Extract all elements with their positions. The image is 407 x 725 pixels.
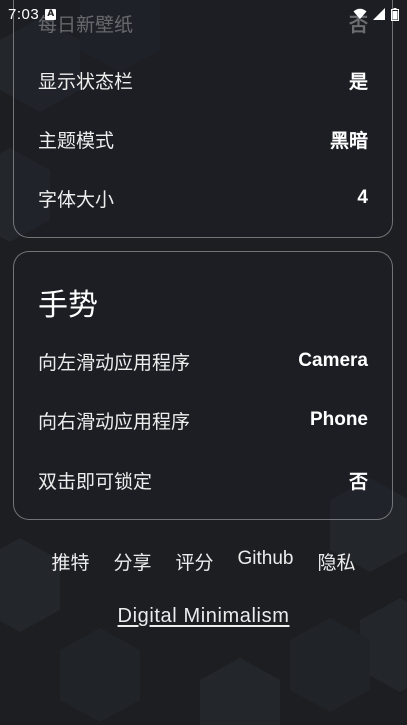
setting-value: 是 [348,70,368,93]
setting-label: 向左滑动应用程序 [38,351,191,374]
setting-swipe-right[interactable]: 向右滑动应用程序 Phone [38,402,368,438]
setting-value: Phone [309,409,368,430]
battery-icon [391,7,399,21]
footer-links: 推特 分享 评分 Github 隐私 [0,548,407,582]
setting-swipe-left[interactable]: 向左滑动应用程序 Camera [38,343,368,379]
status-time: 7:03 [8,5,40,23]
gesture-title: 手势 [38,288,98,323]
wifi-icon [353,8,367,19]
setting-label: 显示状态栏 [38,70,134,93]
setting-value: Camera [298,350,368,371]
setting-double-tap-lock[interactable]: 双击即可锁定 否 [38,462,368,498]
status-bar: 7:03 A [0,0,407,28]
setting-theme-mode[interactable]: 主题模式 黑暗 [38,121,368,157]
setting-label: 双击即可锁定 [38,470,153,493]
setting-value: 黑暗 [329,129,368,152]
setting-label: 主题模式 [38,129,115,152]
github-link[interactable]: Github [238,548,294,582]
setting-label: 字体大小 [38,188,115,211]
share-link[interactable]: 分享 [113,548,151,582]
privacy-link[interactable]: 隐私 [318,548,356,582]
setting-font-size[interactable]: 字体大小 4 [38,180,368,216]
settings-card: 每日新壁纸 否 显示状态栏 是 主题模式 黑暗 字体大小 4 [13,0,393,238]
signal-icon [373,8,385,20]
twitter-link[interactable]: 推特 [51,548,89,582]
setting-value: 4 [357,187,368,208]
setting-show-status-bar[interactable]: 显示状态栏 是 [38,62,368,98]
setting-value: 否 [348,470,368,493]
setting-label: 向右滑动应用程序 [38,410,191,433]
digital-minimalism-link[interactable]: Digital Minimalism [0,605,407,628]
gesture-card: 手势 向左滑动应用程序 Camera 向右滑动应用程序 Phone 双击即可锁定… [13,251,393,520]
notification-icon: A [45,8,57,20]
rate-link[interactable]: 评分 [176,548,214,582]
